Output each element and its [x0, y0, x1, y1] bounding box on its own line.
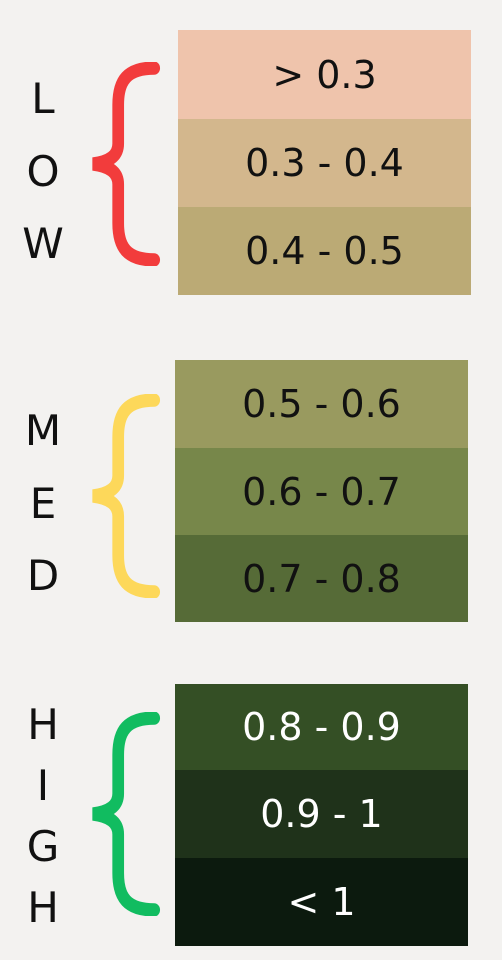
range-label: 0.8 - 0.9 [242, 705, 401, 749]
letter: D [26, 551, 60, 600]
group-low-letters: L O W [0, 74, 86, 268]
range-row: 0.9 - 1 [175, 770, 468, 858]
group-med-boxes: 0.5 - 0.6 0.6 - 0.7 0.7 - 0.8 [175, 360, 468, 622]
letter: L [31, 74, 55, 123]
letter: H [27, 700, 59, 749]
group-high-brace [84, 712, 174, 916]
range-label: < 1 [287, 880, 356, 924]
brace-shape [92, 712, 161, 916]
range-label: > 0.3 [272, 52, 377, 97]
letter: H [27, 883, 59, 932]
letter: I [36, 761, 50, 810]
range-row: 0.3 - 0.4 [178, 119, 471, 207]
range-row: 0.7 - 0.8 [175, 535, 468, 622]
group-med-brace [84, 394, 174, 598]
range-label: 0.3 - 0.4 [245, 141, 404, 185]
range-row: 0.6 - 0.7 [175, 448, 468, 535]
letter: G [26, 822, 60, 871]
range-row: 0.5 - 0.6 [175, 360, 468, 448]
letter: M [24, 406, 62, 455]
letter: W [22, 219, 64, 268]
range-row: < 1 [175, 858, 468, 946]
range-row: 0.4 - 0.5 [178, 207, 471, 295]
letter: E [29, 478, 57, 528]
range-row: 0.8 - 0.9 [175, 684, 468, 770]
letter: O [26, 146, 60, 196]
range-label: 0.9 - 1 [260, 792, 383, 836]
range-row: > 0.3 [178, 30, 471, 119]
group-high-letters: H I G H [0, 700, 86, 932]
range-label: 0.4 - 0.5 [245, 229, 404, 273]
brace-shape [92, 62, 161, 266]
range-label: 0.6 - 0.7 [242, 469, 401, 514]
group-med-letters: M E D [0, 406, 86, 600]
group-low-boxes: > 0.3 0.3 - 0.4 0.4 - 0.5 [178, 30, 471, 295]
range-label: 0.7 - 0.8 [242, 556, 401, 601]
range-label: 0.5 - 0.6 [242, 382, 401, 426]
group-high-boxes: 0.8 - 0.9 0.9 - 1 < 1 [175, 684, 468, 946]
brace-shape [92, 394, 161, 598]
group-low-brace [84, 62, 174, 266]
